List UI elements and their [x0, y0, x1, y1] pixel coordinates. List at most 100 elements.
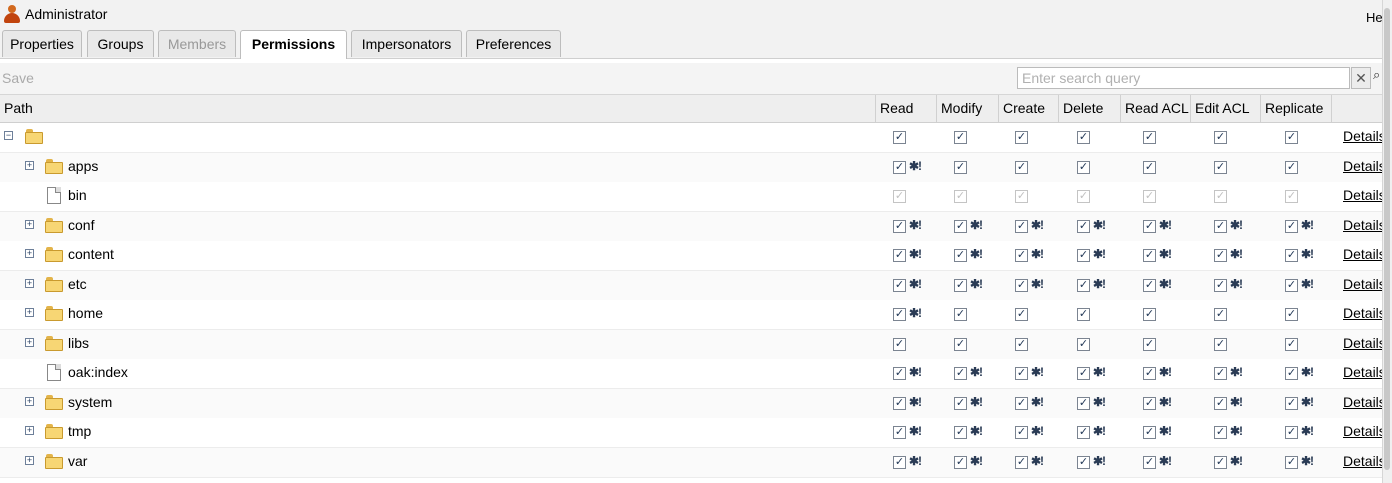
path-name[interactable]: system	[68, 394, 112, 410]
checkbox-create[interactable]: ✓	[1015, 455, 1028, 469]
checkbox-create[interactable]: ✓	[1015, 131, 1028, 144]
column-create[interactable]: Create	[999, 95, 1059, 122]
expand-icon[interactable]: +	[25, 337, 34, 347]
checkbox-edit-acl[interactable]: ✓	[1214, 160, 1227, 174]
checkbox-read-acl[interactable]: ✓	[1143, 308, 1156, 321]
checkbox-read[interactable]: ✓	[893, 337, 906, 351]
checkbox-edit-acl[interactable]: ✓	[1214, 426, 1227, 439]
details-link[interactable]: Details	[1343, 217, 1382, 233]
checkbox-read-acl[interactable]: ✓	[1143, 396, 1156, 410]
checkbox-read[interactable]: ✓	[893, 249, 906, 262]
checkbox-delete[interactable]: ✓	[1077, 337, 1090, 351]
checkbox-replicate[interactable]: ✓	[1285, 308, 1298, 321]
tab-preferences[interactable]: Preferences	[466, 30, 561, 57]
checkbox-edit-acl[interactable]: ✓	[1214, 396, 1227, 410]
checkbox-modify[interactable]: ✓	[954, 367, 967, 380]
checkbox-edit-acl[interactable]: ✓	[1214, 219, 1227, 233]
column-replicate[interactable]: Replicate	[1261, 95, 1332, 122]
expand-icon[interactable]: +	[25, 249, 34, 258]
checkbox-create[interactable]: ✓	[1015, 367, 1028, 380]
checkbox-replicate[interactable]: ✓	[1285, 160, 1298, 174]
checkbox-create[interactable]: ✓	[1015, 337, 1028, 351]
column-edit-acl[interactable]: Edit ACL	[1191, 95, 1261, 122]
expand-icon[interactable]: +	[25, 455, 34, 465]
checkbox-read[interactable]: ✓	[893, 308, 906, 321]
checkbox-delete[interactable]: ✓	[1077, 426, 1090, 439]
checkbox-delete[interactable]: ✓	[1077, 249, 1090, 262]
checkbox-read-acl[interactable]: ✓	[1143, 337, 1156, 351]
collapse-icon[interactable]: −	[4, 131, 13, 140]
checkbox-modify[interactable]: ✓	[954, 426, 967, 439]
checkbox-edit-acl[interactable]: ✓	[1214, 278, 1227, 292]
checkbox-read[interactable]: ✓	[893, 396, 906, 410]
checkbox-edit-acl[interactable]: ✓	[1214, 367, 1227, 380]
checkbox-edit-acl[interactable]: ✓	[1214, 455, 1227, 469]
checkbox-modify[interactable]: ✓	[954, 337, 967, 351]
checkbox-read[interactable]: ✓	[893, 455, 906, 469]
checkbox-replicate[interactable]: ✓	[1285, 337, 1298, 351]
path-name[interactable]: tmp	[68, 423, 91, 439]
path-name[interactable]: conf	[68, 217, 94, 233]
search-icon[interactable]: ⌕	[1373, 67, 1382, 89]
clear-search-icon[interactable]: ✕	[1351, 67, 1371, 89]
expand-icon[interactable]: +	[25, 426, 34, 435]
checkbox-read-acl[interactable]: ✓	[1143, 160, 1156, 174]
checkbox-delete[interactable]: ✓	[1077, 455, 1090, 469]
column-read-acl[interactable]: Read ACL	[1121, 95, 1191, 122]
checkbox-replicate[interactable]: ✓	[1285, 426, 1298, 439]
details-link[interactable]: Details	[1343, 453, 1382, 469]
path-name[interactable]: etc	[68, 276, 87, 292]
tab-groups[interactable]: Groups	[87, 30, 154, 57]
checkbox-delete[interactable]: ✓	[1077, 219, 1090, 233]
checkbox-delete[interactable]: ✓	[1077, 131, 1090, 144]
checkbox-edit-acl[interactable]: ✓	[1214, 308, 1227, 321]
expand-icon[interactable]: +	[25, 278, 34, 288]
checkbox-modify[interactable]: ✓	[954, 278, 967, 292]
tab-impersonators[interactable]: Impersonators	[351, 30, 462, 57]
checkbox-read[interactable]: ✓	[893, 367, 906, 380]
checkbox-read-acl[interactable]: ✓	[1143, 278, 1156, 292]
checkbox-modify[interactable]: ✓	[954, 308, 967, 321]
checkbox-replicate[interactable]: ✓	[1285, 455, 1298, 469]
checkbox-delete[interactable]: ✓	[1077, 367, 1090, 380]
checkbox-read[interactable]: ✓	[893, 426, 906, 439]
details-link[interactable]: Details	[1343, 423, 1382, 439]
checkbox-delete[interactable]: ✓	[1077, 278, 1090, 292]
tab-permissions[interactable]: Permissions	[240, 30, 347, 59]
checkbox-create[interactable]: ✓	[1015, 160, 1028, 174]
checkbox-create[interactable]: ✓	[1015, 426, 1028, 439]
checkbox-read-acl[interactable]: ✓	[1143, 455, 1156, 469]
column-modify[interactable]: Modify	[937, 95, 999, 122]
column-delete[interactable]: Delete	[1059, 95, 1121, 122]
checkbox-create[interactable]: ✓	[1015, 219, 1028, 233]
details-link[interactable]: Details	[1343, 128, 1382, 144]
details-link[interactable]: Details	[1343, 276, 1382, 292]
path-name[interactable]: content	[68, 246, 114, 262]
search-input[interactable]	[1017, 67, 1350, 89]
checkbox-delete[interactable]: ✓	[1077, 160, 1090, 174]
checkbox-modify[interactable]: ✓	[954, 249, 967, 262]
checkbox-read[interactable]: ✓	[893, 278, 906, 292]
details-link[interactable]: Details	[1343, 394, 1382, 410]
checkbox-replicate[interactable]: ✓	[1285, 219, 1298, 233]
checkbox-modify[interactable]: ✓	[954, 131, 967, 144]
path-name[interactable]: home	[68, 305, 103, 321]
checkbox-replicate[interactable]: ✓	[1285, 396, 1298, 410]
checkbox-read-acl[interactable]: ✓	[1143, 426, 1156, 439]
expand-icon[interactable]: +	[25, 219, 34, 229]
column-path[interactable]: Path	[0, 95, 876, 122]
path-name[interactable]: oak:index	[68, 364, 128, 380]
checkbox-create[interactable]: ✓	[1015, 308, 1028, 321]
expand-icon[interactable]: +	[25, 396, 34, 406]
expand-icon[interactable]: +	[25, 308, 34, 317]
save-button[interactable]: Save	[2, 70, 34, 86]
checkbox-create[interactable]: ✓	[1015, 278, 1028, 292]
checkbox-replicate[interactable]: ✓	[1285, 249, 1298, 262]
details-link[interactable]: Details	[1343, 364, 1382, 380]
checkbox-replicate[interactable]: ✓	[1285, 367, 1298, 380]
checkbox-replicate[interactable]: ✓	[1285, 278, 1298, 292]
path-name[interactable]: bin	[68, 187, 87, 203]
checkbox-read[interactable]: ✓	[893, 219, 906, 233]
checkbox-read-acl[interactable]: ✓	[1143, 367, 1156, 380]
checkbox-create[interactable]: ✓	[1015, 249, 1028, 262]
